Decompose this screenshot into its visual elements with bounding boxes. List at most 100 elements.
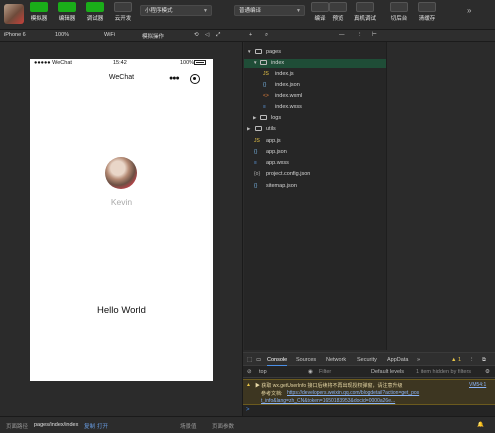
device-select[interactable]: iPhone 6 [4, 32, 26, 38]
chevron-down-icon: ▼ [253, 60, 258, 65]
tree-file-app-wxss[interactable]: ≡ app.wxss [244, 159, 386, 168]
page-path: pages/index/index [34, 422, 79, 428]
menu-dots-icon[interactable]: ●●● [169, 75, 180, 82]
js-file-icon: JS [263, 71, 269, 77]
editor-toggle-button[interactable]: 编辑器 [54, 2, 80, 22]
background-icon [390, 2, 408, 12]
editor-area[interactable] [386, 42, 495, 350]
zoom-select[interactable]: 100% [55, 32, 69, 38]
motto-text: Hello World [97, 305, 146, 316]
clear-console-icon[interactable]: ⊘ [247, 369, 252, 375]
more-icon[interactable]: ⋮ [469, 357, 475, 363]
fullscreen-icon[interactable]: ⤢ [216, 32, 220, 39]
battery-percent: 100% [180, 60, 195, 66]
tree-file-sitemap[interactable]: {} sitemap.json [244, 182, 386, 191]
levels-select[interactable]: Default levels [371, 369, 404, 375]
chevron-down-icon: ▼ [247, 49, 252, 54]
open-path-link[interactable]: 打开 [97, 422, 108, 430]
tree-file-index-wxml[interactable]: <> index.wxml [244, 92, 386, 101]
add-file-icon[interactable]: + [249, 32, 252, 38]
tree-folder-pages[interactable]: ▼ pages [244, 48, 386, 57]
bug-icon [356, 2, 374, 12]
warning-icon: ▲ [451, 357, 457, 363]
doc-link-line1[interactable]: https://developers.weixin.qq.com/blogdet… [287, 390, 419, 396]
operation-select[interactable]: 模拟操作 [142, 32, 164, 40]
editor-icon [58, 2, 76, 12]
file-explorer: ▼ pages ▼ index JS index.js {} index.jso… [244, 42, 386, 350]
compile-mode-select[interactable]: 普通编译 ▼ [234, 5, 305, 16]
simulator-icon [30, 2, 48, 12]
more-tabs-icon[interactable]: » [417, 357, 420, 363]
simulator-toggle-button[interactable]: 模拟器 [26, 2, 52, 22]
user-avatar[interactable] [105, 157, 137, 189]
phone-status-bar: ●●●●● WeChat 15:42 100% [30, 59, 213, 68]
close-capsule-icon[interactable] [190, 74, 200, 84]
hidden-by-filters: 1 item hidden by filters [416, 369, 472, 375]
device-toggle-icon[interactable]: ▭ [256, 357, 261, 363]
mode-select[interactable]: 小程序模式 ▼ [140, 5, 212, 16]
signal-indicator: ●●●●● WeChat [34, 60, 72, 66]
more-icon[interactable]: ⋮ [357, 32, 363, 38]
tree-folder-logs[interactable]: ▶ logs [244, 114, 386, 123]
expand-icon[interactable]: » [467, 6, 471, 15]
chevron-down-icon: ▼ [296, 8, 301, 14]
tree-folder-index[interactable]: ▼ index [244, 59, 386, 68]
warning-icon: ▲ [246, 382, 251, 388]
tab-appdata[interactable]: AppData [387, 357, 408, 363]
phone-nav-bar: WeChat ●●● [30, 68, 213, 90]
tree-file-app-json[interactable]: {} app.json [244, 148, 386, 157]
cloud-dev-button[interactable]: 云开发 [110, 2, 136, 22]
simulator-options-bar: iPhone 6 100% WiFi 模拟操作 ⟲ ◁ ⤢ + ⌕ — ⋮ ⊢ [0, 30, 495, 42]
tab-network[interactable]: Network [326, 357, 346, 363]
warning-source-link[interactable]: VM54:1 [469, 382, 486, 388]
search-icon[interactable]: ⌕ [265, 32, 268, 39]
status-bar: 页面路径 pages/index/index 复制 打开 场景值 页面参数 🔔 [0, 416, 495, 433]
remote-debug-button[interactable]: 真机调试 [352, 2, 378, 22]
undock-icon[interactable]: ⧉ [482, 357, 486, 364]
volume-icon[interactable]: ◁ [205, 32, 209, 38]
tree-file-index-wxss[interactable]: ≡ index.wxss [244, 103, 386, 112]
rotate-icon[interactable]: ⟲ [194, 32, 199, 38]
preview-button[interactable]: 预览 [325, 2, 351, 22]
copy-path-link[interactable]: 复制 [84, 422, 95, 430]
devtools-window: 模拟器 编辑器 调试器 云开发 小程序模式 ▼ 普通编译 ▼ 编译 预览 真机调… [0, 0, 495, 433]
switch-background-button[interactable]: 切后台 [386, 2, 412, 22]
phone-screen[interactable]: ●●●●● WeChat 15:42 100% WeChat ●●● Kevin… [30, 59, 213, 381]
eye-icon[interactable]: ◉ [308, 369, 313, 375]
tree-folder-utils[interactable]: ▶ utils [244, 125, 386, 134]
folder-icon [255, 49, 262, 56]
tab-console[interactable]: Console [267, 357, 288, 366]
main-toolbar: 模拟器 编辑器 调试器 云开发 小程序模式 ▼ 普通编译 ▼ 编译 预览 真机调… [0, 0, 495, 30]
wxss-file-icon: ≡ [254, 160, 257, 166]
folder-icon [260, 60, 267, 67]
tree-file-index-js[interactable]: JS index.js [244, 70, 386, 79]
console-warning-message[interactable]: ▲ ▶ 获取 wx.getUserInfo 接口后续将不再出现授权弹窗，请注意升… [243, 379, 495, 405]
collapse-icon[interactable]: — [339, 32, 345, 38]
clear-cache-button[interactable]: 清缓存 [414, 2, 440, 22]
cursor-icon[interactable]: ⬚ [247, 357, 252, 363]
chevron-down-icon: ▼ [203, 8, 208, 14]
doc-link-line2[interactable]: t_info&lang=zh_CN&token=1650183953&docid… [261, 398, 395, 404]
console-filter-input[interactable]: Filter [319, 369, 331, 375]
scene-value[interactable]: 场景值 [180, 422, 197, 430]
bell-icon[interactable]: 🔔 [477, 422, 484, 428]
eye-icon [329, 2, 347, 12]
network-select[interactable]: WiFi [104, 32, 115, 38]
clock: 15:42 [113, 60, 127, 66]
tree-file-project-config[interactable]: {o} project.config.json [244, 170, 386, 179]
gear-icon[interactable]: ⚙ [485, 369, 490, 375]
console-filter-bar: ⊘ top ◉ Filter Default levels 1 item hid… [243, 367, 495, 378]
debugger-toggle-button[interactable]: 调试器 [82, 2, 108, 22]
warning-count: 1 [458, 357, 462, 363]
tab-sources[interactable]: Sources [296, 357, 316, 363]
tab-security[interactable]: Security [357, 357, 377, 363]
split-icon[interactable]: ⊢ [372, 32, 377, 38]
context-select[interactable]: top [259, 369, 267, 375]
console-prompt[interactable]: > [246, 407, 250, 413]
user-nickname: Kevin [110, 197, 133, 207]
page-params[interactable]: 页面参数 [212, 422, 234, 430]
tree-file-index-json[interactable]: {} index.json [244, 81, 386, 90]
debugger-tabs: ⬚ ▭ Console Sources Network Security App… [243, 353, 495, 366]
user-avatar-small[interactable] [4, 4, 24, 24]
tree-file-app-js[interactable]: JS app.js [244, 137, 386, 146]
